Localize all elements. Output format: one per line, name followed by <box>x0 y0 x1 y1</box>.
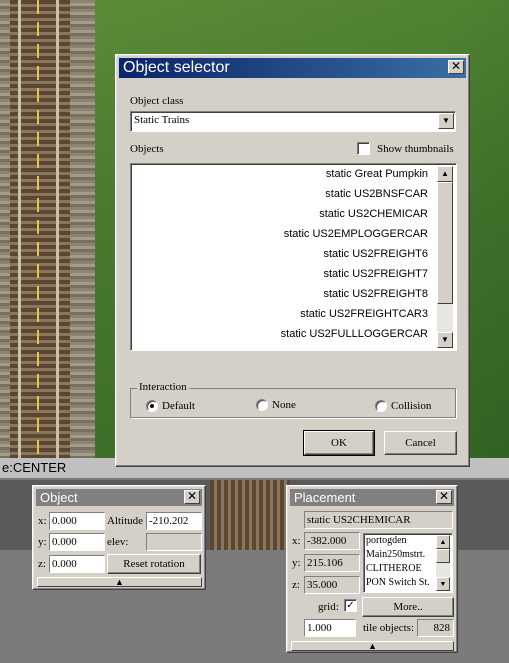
lower-track <box>210 480 290 550</box>
selected-object-field: static US2CHEMICAR <box>304 511 453 529</box>
dropdown-button[interactable]: ▼ <box>438 113 454 129</box>
object-panel-title: Object <box>40 490 78 505</box>
object-class-label: Object class <box>130 95 184 107</box>
z-label: z: <box>292 579 300 591</box>
scroll-up-button[interactable]: ▲ <box>436 535 450 549</box>
collapse-arrow-icon: ▲ <box>115 577 124 587</box>
railway-track <box>0 0 100 458</box>
x-label: x: <box>292 535 301 547</box>
z-label: z: <box>38 558 46 570</box>
rail-right <box>56 0 59 458</box>
grid-label: grid: <box>318 601 339 613</box>
object-selector-dialog: Object selector ✕ Object class Static Tr… <box>115 54 470 467</box>
placement-panel-title: Placement <box>294 490 356 505</box>
grid-checkbox[interactable]: ✓ <box>344 599 357 612</box>
radio-collision-label: Collision <box>391 400 432 412</box>
radio-collision[interactable] <box>375 400 387 412</box>
dialog-title: Object selector <box>123 59 230 76</box>
object-x-field[interactable]: 0.000 <box>49 512 105 530</box>
list-item[interactable]: static US2FREIGHTCAR3 <box>300 308 428 320</box>
show-thumbnails-label: Show thumbnails <box>377 143 454 155</box>
objects-list[interactable]: static Great Pumpkin static US2BNSFCAR sta… <box>130 163 457 351</box>
tile-objects-value: 828 <box>417 619 454 637</box>
list-item[interactable]: static Great Pumpkin <box>326 168 428 180</box>
scroll-thumb[interactable] <box>436 549 450 563</box>
collapse-arrow-icon: ▲ <box>368 641 377 651</box>
placement-scrollbar[interactable]: ▲ ▼ <box>436 535 450 591</box>
radio-default[interactable] <box>146 400 158 412</box>
close-icon: ✕ <box>438 489 450 503</box>
more-button[interactable]: More.. <box>362 597 454 617</box>
object-panel-close-button[interactable]: ✕ <box>184 490 200 504</box>
list-item[interactable]: static US2CHEMICAR <box>319 208 428 220</box>
object-panel: Object ✕ x: 0.000 y: 0.000 z: 0.000 Alti… <box>32 485 206 590</box>
radio-default-label: Default <box>162 400 195 412</box>
placement-list[interactable]: portogden Main250mstrt. CLITHEROE PON Switc… <box>363 533 453 593</box>
radio-none-label: None <box>272 399 296 411</box>
scroll-up-icon: ▲ <box>439 538 447 546</box>
list-item[interactable]: portogden <box>366 535 407 546</box>
y-label: y: <box>38 536 47 548</box>
title-bar[interactable]: Object selector ✕ <box>119 58 466 78</box>
placement-x-field[interactable]: -382.000 <box>304 532 360 550</box>
y-label: y: <box>292 557 301 569</box>
show-thumbnails-checkbox[interactable] <box>357 142 370 155</box>
scroll-up-button[interactable]: ▲ <box>437 166 453 182</box>
list-item[interactable]: static US2FREIGHT7 <box>323 268 428 280</box>
placement-panel-close-button[interactable]: ✕ <box>436 490 452 504</box>
list-item[interactable]: static US2FREIGHT6 <box>323 248 428 260</box>
radio-none[interactable] <box>256 399 268 411</box>
rail-left <box>18 0 21 458</box>
placement-panel: Placement ✕ static US2CHEMICAR x: -382.0… <box>286 485 458 653</box>
object-panel-title-bar[interactable]: Object ✕ <box>36 489 202 506</box>
objects-label: Objects <box>130 143 164 155</box>
tile-objects-label: tile objects: <box>363 622 415 634</box>
cancel-button[interactable]: Cancel <box>384 431 457 455</box>
scroll-down-icon: ▼ <box>439 580 447 588</box>
scroll-down-icon: ▼ <box>441 335 449 344</box>
grid-size-field[interactable]: 1.000 <box>304 619 356 637</box>
altitude-label: Altitude <box>107 515 144 527</box>
object-class-value: Static Trains <box>134 114 190 126</box>
placement-panel-collapse-button[interactable]: ▲ <box>291 641 454 651</box>
list-item[interactable]: CLITHEROE <box>366 563 422 574</box>
altitude-field[interactable]: -210.202 <box>146 512 202 530</box>
placement-z-field[interactable]: 35.000 <box>304 576 360 594</box>
objects-scrollbar[interactable]: ▲ ▼ <box>437 166 453 348</box>
dropdown-arrow-icon: ▼ <box>442 116 450 125</box>
check-icon: ✓ <box>346 600 355 611</box>
scroll-down-button[interactable]: ▼ <box>437 332 453 348</box>
list-item[interactable]: static US2BNSFCAR <box>325 188 428 200</box>
elev-label: elev: <box>107 536 129 548</box>
object-z-field[interactable]: 0.000 <box>49 555 105 573</box>
ok-button[interactable]: OK <box>303 430 375 456</box>
scroll-thumb[interactable] <box>437 182 453 304</box>
list-item[interactable]: static US2FREIGHT8 <box>323 288 428 300</box>
close-icon: ✕ <box>450 59 462 73</box>
list-item[interactable]: Main250mstrt. <box>366 549 425 560</box>
close-icon: ✕ <box>186 489 198 503</box>
placement-y-field[interactable]: 215.106 <box>304 554 360 572</box>
interaction-group: Interaction Default None Collision <box>130 381 456 418</box>
scroll-down-button[interactable]: ▼ <box>436 577 450 591</box>
track-centerline <box>37 0 39 458</box>
object-class-select[interactable]: Static Trains ▼ <box>130 111 456 132</box>
elev-field <box>146 533 202 551</box>
x-label: x: <box>38 515 47 527</box>
interaction-title: Interaction <box>137 381 189 393</box>
reset-rotation-button[interactable]: Reset rotation <box>107 554 201 574</box>
placement-panel-title-bar[interactable]: Placement ✕ <box>290 489 454 506</box>
close-button[interactable]: ✕ <box>448 60 464 74</box>
list-item[interactable]: static US2FULLLOGGERCAR <box>281 328 428 340</box>
list-item[interactable]: PON Switch St. <box>366 577 430 588</box>
object-y-field[interactable]: 0.000 <box>49 533 105 551</box>
object-panel-collapse-button[interactable]: ▲ <box>37 577 202 587</box>
scroll-up-icon: ▲ <box>441 169 449 178</box>
list-item[interactable]: static US2EMPLOGGERCAR <box>284 228 428 240</box>
